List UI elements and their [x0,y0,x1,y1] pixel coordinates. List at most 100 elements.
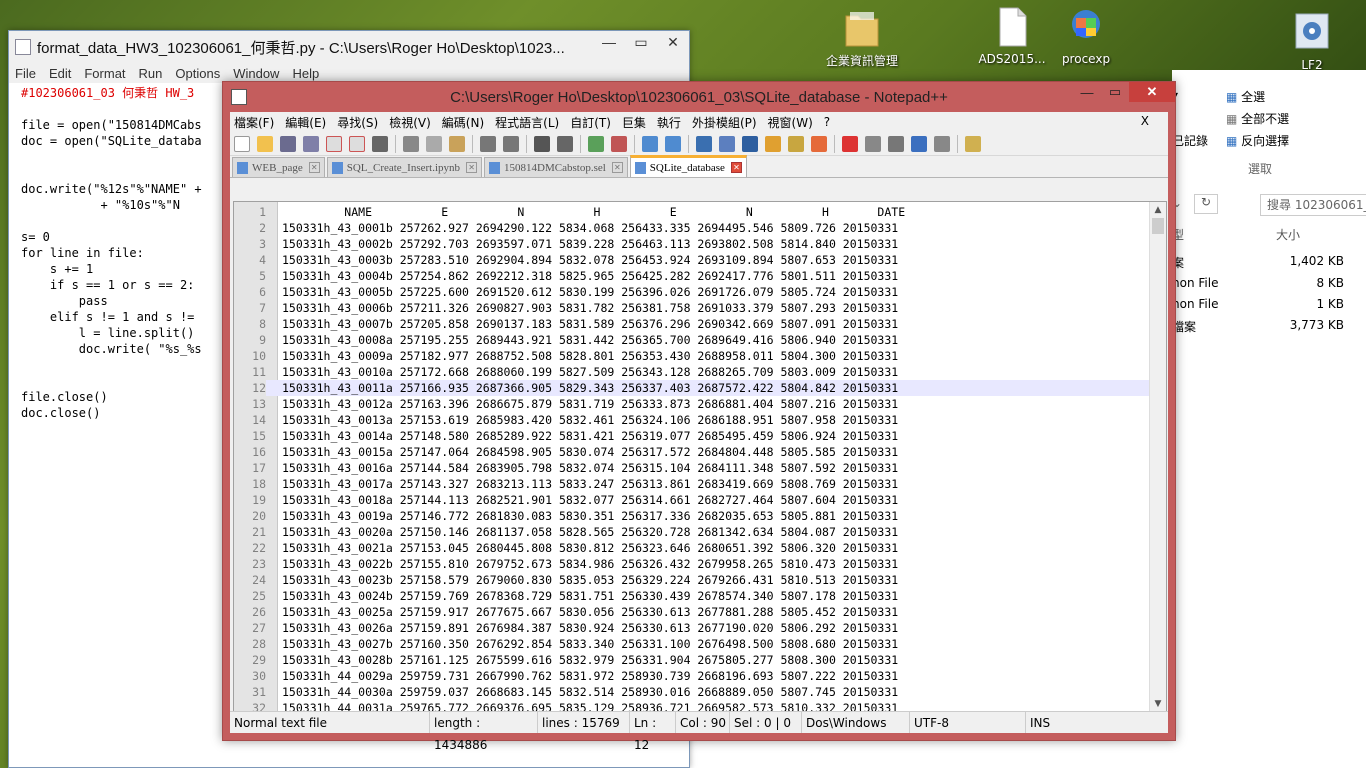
scroll-down-icon[interactable]: ▼ [1150,696,1166,712]
list-item[interactable]: hon File 1 KB [1172,297,1352,311]
close-tab-icon[interactable]: ✕ [308,162,320,173]
copy-icon[interactable] [426,135,442,152]
close-document-button[interactable]: X [1141,114,1149,128]
list-item[interactable]: hon File 8 KB [1172,276,1352,290]
save-macro-icon[interactable] [934,135,950,152]
column-size[interactable]: 大小 [1276,226,1300,243]
maximize-button[interactable]: ▭ [625,31,657,53]
menu-language[interactable]: 程式語言(L) [495,114,559,131]
close-tab-icon[interactable]: ✕ [466,162,478,173]
search-input[interactable]: 搜尋 102306061_... [1260,194,1366,216]
menu-encoding[interactable]: 編碼(N) [442,114,484,131]
select-all-button[interactable]: ▦ 全選 [1226,88,1265,105]
menu-edit[interactable]: 編輯(E) [285,114,326,131]
select-none-button[interactable]: ▦ 全部不選 [1226,110,1289,127]
scroll-thumb[interactable] [1152,218,1164,234]
editor-line: 7 150331h_43_0006b 257211.326 2690827.903… [234,300,1166,316]
paste-icon[interactable] [449,135,465,152]
menu-help[interactable]: Help [292,66,319,81]
menu-options[interactable]: Options [175,66,220,81]
maximize-button[interactable]: ▭ [1101,82,1129,102]
menu-view[interactable]: 檢視(V) [389,114,431,131]
line-number: 11 [252,365,266,379]
menu-window[interactable]: 視窗(W) [768,114,813,131]
replace-icon[interactable] [557,135,573,152]
udl-icon[interactable] [765,135,781,152]
function-list-icon[interactable] [811,135,827,152]
cut-icon[interactable] [403,135,419,152]
save-all-icon[interactable] [303,135,319,152]
tab-web-page[interactable]: WEB_page ✕ [232,157,325,177]
desktop-icon-file[interactable]: ADS2015... [972,6,1052,66]
close-tab-icon[interactable]: ✕ [611,162,623,173]
close-all-icon[interactable] [349,135,365,152]
list-item[interactable]: 案 1,402 KB [1172,254,1352,271]
desktop-icon-folder[interactable]: 企業資訊管理 [822,6,902,69]
menu-search[interactable]: 尋找(S) [337,114,378,131]
minimize-button[interactable]: — [1073,82,1101,102]
stop-macro-icon[interactable] [865,135,881,152]
save-icon[interactable] [280,135,296,152]
menu-run[interactable]: 執行 [657,114,681,131]
status-encoding: UTF-8 [910,712,1026,733]
menu-edit[interactable]: Edit [49,66,71,81]
print-icon[interactable] [372,135,388,152]
scroll-up-icon[interactable]: ▲ [1150,202,1166,218]
close-button[interactable]: ✕ [1129,82,1175,102]
show-all-chars-icon[interactable] [719,135,735,152]
run-macro-multiple-icon[interactable] [911,135,927,152]
tab-sql-create-insert[interactable]: SQL_Create_Insert.ipynb ✕ [326,157,483,177]
play-macro-icon[interactable] [888,135,904,152]
doc-map-icon[interactable] [788,135,804,152]
minimize-button[interactable]: — [593,31,625,53]
menu-run[interactable]: Run [139,66,163,81]
record-macro-icon[interactable] [842,135,858,152]
undo-icon[interactable] [480,135,496,152]
menu-macro[interactable]: 巨集 [622,114,646,131]
editor-line: 23 150331h_43_0022b 257155.810 2679752.67… [234,556,1166,572]
close-file-icon[interactable] [326,135,342,152]
close-tab-icon[interactable]: ✕ [730,162,742,173]
menu-plugins[interactable]: 外掛模組(P) [692,114,757,131]
tab-dmcabstop[interactable]: 150814DMCabstop.sel ✕ [484,157,628,177]
menu-window[interactable]: Window [233,66,279,81]
line-number: 17 [252,461,266,475]
sync-vertical-icon[interactable] [642,135,658,152]
idle-title-bar[interactable]: format_data_HW3_102306061_何秉哲.py - C:\Us… [9,31,689,63]
line-text: 150331h_43_0027b 257160.350 2676292.854 … [282,637,899,651]
vertical-scrollbar[interactable]: ▲ ▼ [1149,202,1166,712]
menu-file[interactable]: 檔案(F) [234,114,274,131]
sync-horizontal-icon[interactable] [665,135,681,152]
text-editor[interactable]: 1 NAME E N H E N H DATE 2 150331h_43_0001b… [233,201,1167,713]
menu-help[interactable]: ? [824,115,830,129]
desktop-icon-label: procexp [1061,52,1111,66]
npp-title: C:\Users\Roger Ho\Desktop\102306061_03\S… [450,88,948,106]
find-icon[interactable] [534,135,550,152]
menu-file[interactable]: File [15,66,36,81]
ribbon-frag-history[interactable]: 己記錄 [1172,132,1208,149]
zoom-out-icon[interactable] [611,135,627,152]
list-item[interactable]: 檔案 3,773 KB [1172,318,1352,335]
line-number: 9 [259,333,266,347]
zoom-in-icon[interactable] [588,135,604,152]
plugin-icon[interactable] [965,135,981,152]
desktop-icon-lf2[interactable]: LF2 [1272,12,1352,72]
line-number: 16 [252,445,266,459]
explorer-ribbon: ▾ 己記錄 ▦ 全選 ▦ 全部不選 ▦ 反向選擇 選取 [1172,70,1366,190]
menu-settings[interactable]: 自訂(T) [570,114,611,131]
redo-icon[interactable] [503,135,519,152]
close-button[interactable]: ✕ [657,31,689,53]
open-file-icon[interactable] [257,135,273,152]
npp-title-bar[interactable]: C:\Users\Roger Ho\Desktop\102306061_03\S… [223,82,1175,112]
refresh-icon[interactable]: ↻ [1194,194,1218,214]
desktop-icon-procexp[interactable]: procexp [1046,6,1126,66]
tab-sqlite-database[interactable]: SQLite_database ✕ [629,155,747,177]
line-number: 6 [259,285,266,299]
editor-line: 14 150331h_43_0013a 257153.619 2685983.42… [234,412,1166,428]
word-wrap-icon[interactable] [696,135,712,152]
indent-guide-icon[interactable] [742,135,758,152]
line-text: 150331h_43_0022b 257155.810 2679752.673 … [282,557,899,571]
new-file-icon[interactable] [234,135,250,152]
invert-selection-button[interactable]: ▦ 反向選擇 [1226,132,1289,149]
menu-format[interactable]: Format [84,66,125,81]
